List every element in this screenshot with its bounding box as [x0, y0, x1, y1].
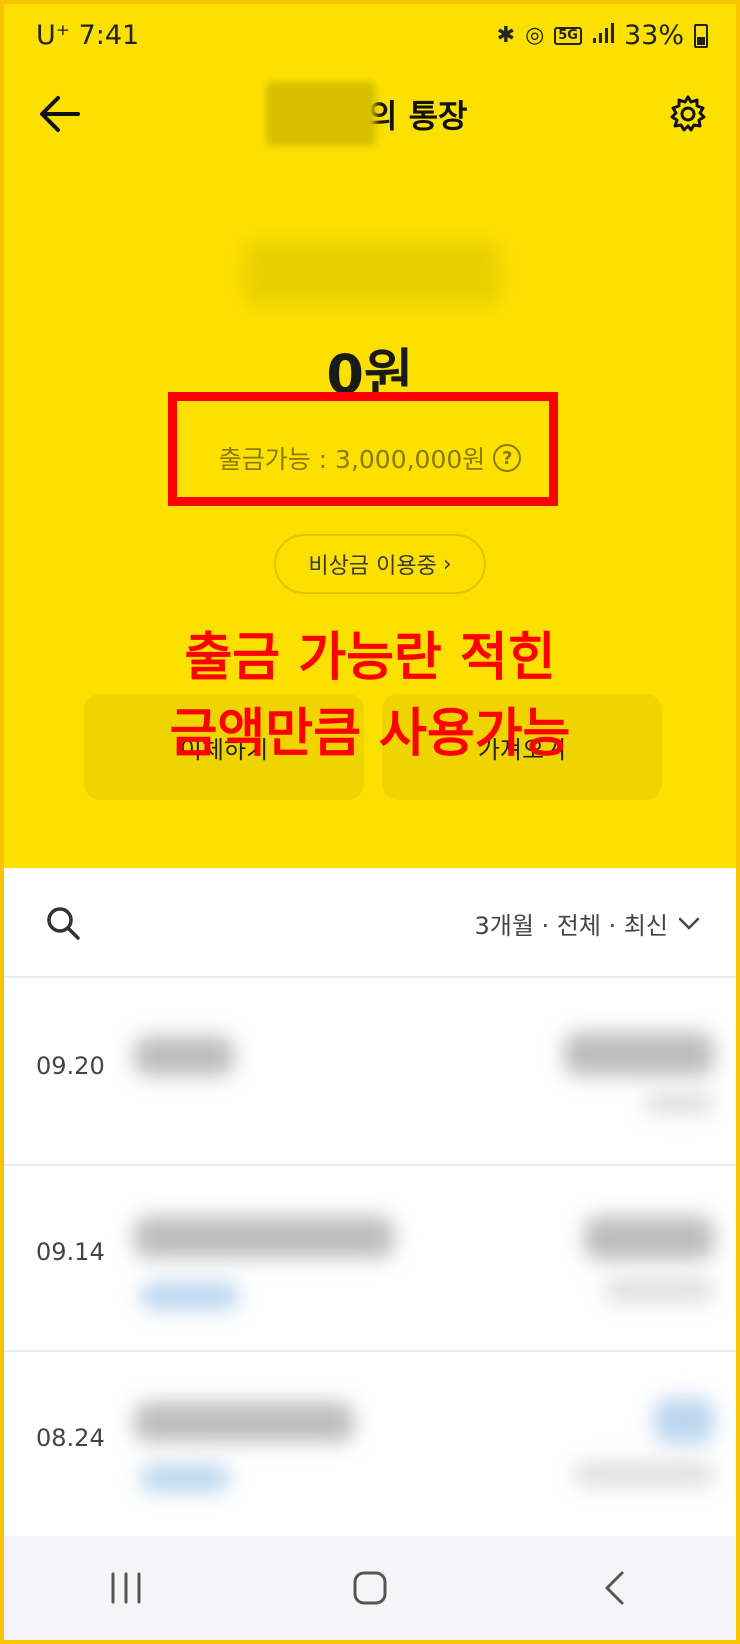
recent-apps-button[interactable]: [86, 1553, 166, 1623]
page-title: 의 통장: [266, 82, 467, 146]
signal-icon: [592, 20, 614, 51]
chevron-right-icon: ›: [442, 551, 452, 577]
transaction-row[interactable]: 09.14: [4, 1166, 736, 1352]
carrier-time: U⁺ 7:41: [36, 20, 140, 51]
account-header-area: U⁺ 7:41 ✱ ◎ 5G 33% 의 통장 0원 출금가능: 3,000,…: [4, 4, 736, 868]
home-icon: [353, 1571, 387, 1605]
transaction-amount-redacted: [584, 1216, 714, 1260]
filter-bar: 3개월 · 전체 · 최신: [4, 868, 736, 978]
transaction-row[interactable]: 08.24: [4, 1352, 736, 1538]
annotation-line-2: 금액만큼 사용가능: [169, 704, 571, 764]
back-button[interactable]: [32, 86, 88, 142]
transaction-list: 09.20 09.14 08.24: [4, 980, 736, 1538]
system-nav-bar: [4, 1536, 736, 1640]
network-badge: 5G: [554, 26, 582, 45]
transaction-date: 09.20: [36, 1052, 105, 1080]
search-icon: [47, 907, 80, 940]
emergency-fund-button[interactable]: 비상금 이용중 ›: [274, 534, 486, 594]
transaction-balance-redacted: [574, 1462, 714, 1486]
back-icon: [605, 1571, 624, 1605]
transaction-tag-redacted: [140, 1282, 240, 1310]
highlight-box: [168, 392, 558, 506]
transaction-balance-redacted: [644, 1092, 714, 1114]
emergency-label: 비상금 이용중: [308, 554, 437, 579]
page-title-suffix: 의 통장: [368, 97, 468, 135]
status-icons: ✱ ◎ 5G 33%: [497, 20, 708, 51]
transaction-description-redacted: [134, 1036, 234, 1076]
annotation-text: 출금 가능란 적힌 금액만큼 사용가능: [4, 620, 736, 772]
transaction-date: 09.14: [36, 1238, 105, 1266]
battery-icon: [694, 23, 708, 48]
arrow-left-icon: [40, 96, 80, 132]
filter-label: 3개월 · 전체 · 최신: [474, 912, 668, 940]
recent-apps-icon: [111, 1572, 141, 1604]
transaction-date: 08.24: [36, 1424, 105, 1452]
settings-button[interactable]: [662, 88, 714, 140]
search-button[interactable]: [40, 900, 86, 946]
status-bar: U⁺ 7:41 ✱ ◎ 5G 33%: [4, 4, 736, 74]
bluetooth-icon: ✱: [496, 22, 516, 48]
transaction-amount-redacted: [654, 1398, 714, 1444]
transaction-description-redacted: [134, 1402, 354, 1442]
transaction-row[interactable]: 09.20: [4, 980, 736, 1166]
hotspot-icon: ◎: [525, 22, 545, 48]
transaction-description-redacted: [134, 1216, 394, 1258]
annotation-line-1: 출금 가능란 적힌: [184, 628, 556, 688]
transaction-tag-redacted: [140, 1464, 230, 1492]
account-number-redacted: [244, 242, 500, 304]
transaction-balance-redacted: [604, 1278, 714, 1302]
battery-percent: 33%: [623, 20, 684, 51]
transaction-amount-redacted: [564, 1032, 714, 1076]
account-owner-name-redacted: [266, 82, 376, 146]
filter-dropdown[interactable]: 3개월 · 전체 · 최신: [474, 906, 700, 941]
app-frame: U⁺ 7:41 ✱ ◎ 5G 33% 의 통장 0원 출금가능: 3,000,…: [0, 0, 740, 1644]
gear-icon: [670, 95, 706, 132]
home-button[interactable]: [330, 1553, 410, 1623]
chevron-down-icon: [678, 917, 700, 930]
nav-back-button[interactable]: [574, 1553, 654, 1623]
